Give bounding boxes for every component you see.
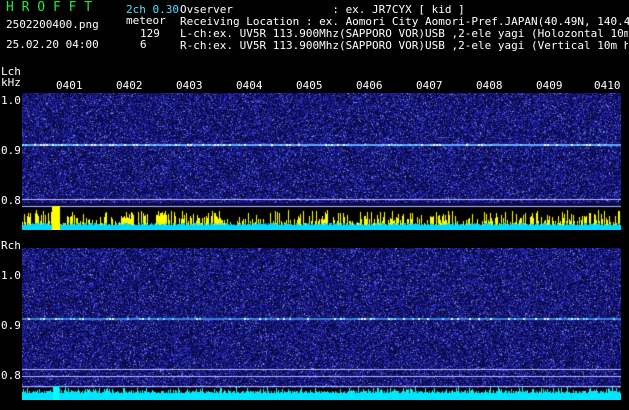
datetime-label: 25.02.20 04:00 (6, 38, 99, 51)
lch-spectrogram (22, 93, 621, 230)
xtick-label: 0406 (356, 79, 383, 92)
lch-info-line: L-ch:ex. UV5R 113.900Mhz(SAPPORO VOR)USB… (180, 28, 628, 40)
lch-ytick-label: 0.8 (1, 194, 21, 207)
rch-spectrogram (22, 248, 621, 400)
xtick-label: 0402 (116, 79, 143, 92)
xtick-label: 0407 (416, 79, 443, 92)
lch-ytick-label: 0.9 (1, 144, 21, 157)
category-label: meteor (126, 14, 166, 27)
location-line: Receiving Location : ex. Aomori City Aom… (180, 15, 629, 28)
xtick-label: 0401 (56, 79, 83, 92)
rch-count: 6 (140, 38, 147, 51)
xtick-label: 0404 (236, 79, 263, 92)
xtick-label: 0408 (476, 79, 503, 92)
lch-ytick-label: 1.0 (1, 94, 21, 107)
xtick-label: 0409 (536, 79, 563, 92)
rch-ytick-label: 1.0 (1, 269, 21, 282)
rch-channel-label: Rch (1, 239, 21, 252)
rch-ytick-label: 0.9 (1, 319, 21, 332)
app-title: H R O F F T (6, 0, 93, 15)
xtick-label: 0403 (176, 79, 203, 92)
lch-unit-label: kHz (1, 76, 21, 89)
rch-info-line: R-ch:ex. UV5R 113.900Mhz(SAPPORO VOR)USB… (180, 40, 628, 52)
xtick-label: 0410 (594, 79, 621, 92)
rch-ytick-label: 0.8 (1, 369, 21, 382)
filename-label: 2502200400.png (6, 18, 99, 31)
xtick-label: 0405 (296, 79, 323, 92)
